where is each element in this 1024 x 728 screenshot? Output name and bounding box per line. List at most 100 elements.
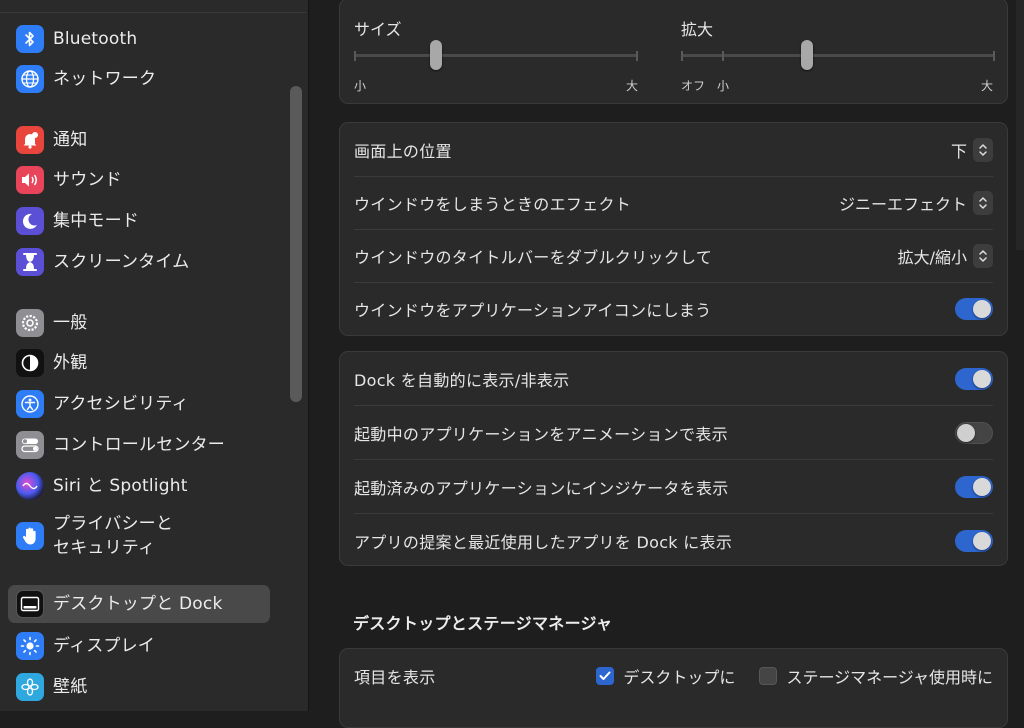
toggle-knob — [973, 299, 991, 318]
updown-chevron-icon — [973, 137, 993, 162]
position-on-screen-value: 下 — [950, 141, 967, 161]
minimize-effect-popup[interactable]: ジニーエフェクト — [838, 190, 993, 215]
sidebar-item-wallpaper[interactable]: 壁紙 — [8, 668, 270, 706]
sidebar-item-general[interactable]: 一般 — [8, 304, 270, 342]
sidebar-item-bluetooth[interactable]: Bluetooth — [8, 20, 270, 58]
size-slider-title: サイズ — [354, 20, 402, 39]
stage-manager-card: 項目を表示 デスクトップに ステージマネージャ使用時に — [339, 648, 1008, 728]
size-slider[interactable] — [354, 39, 638, 75]
sidebar-item-label: スクリーンタイム — [53, 252, 190, 272]
desktop-checkbox-label: デスクトップに — [623, 667, 736, 687]
sidebar-item-siri-spotlight[interactable]: Siri と Spotlight — [8, 467, 270, 505]
size-min-label: 小 — [354, 79, 367, 93]
sidebar-item-label: ディスプレイ — [53, 636, 156, 656]
sidebar-item-desktop-dock[interactable]: デスクトップと Dock — [8, 585, 270, 623]
sidebar-divider — [0, 12, 306, 13]
magnification-max-label: 大 — [981, 79, 994, 93]
bell-icon — [16, 126, 44, 154]
magnification-slider[interactable] — [681, 39, 995, 75]
sidebar-item-notifications[interactable]: 通知 — [8, 121, 270, 159]
magnification-slider-tick — [722, 51, 724, 61]
magnification-slider-thumb[interactable] — [800, 40, 813, 70]
desktop-checkbox-option[interactable]: デスクトップに — [596, 664, 735, 688]
show-indicators-row: 起動済みのアプリケーションにインジケータを表示 — [354, 460, 993, 514]
show-items-row: 項目を表示 デスクトップに ステージマネージャ使用時に — [354, 649, 993, 702]
sidebar-item-label: プライバシーと — [53, 514, 174, 534]
dock-behaviour-card: Dock を自動的に表示/非表示 起動中のアプリケーションをアニメーションで表示… — [339, 351, 1008, 566]
size-slider-thumb[interactable] — [430, 40, 443, 70]
updown-chevron-icon — [973, 243, 993, 268]
show-indicators-label: 起動済みのアプリケーションにインジケータを表示 — [354, 478, 729, 498]
siri-icon — [16, 472, 44, 500]
hand-icon — [16, 522, 44, 550]
position-on-screen-row: 画面上の位置 下 — [354, 123, 993, 177]
control-center-icon — [16, 431, 44, 459]
sidebar-item-label: 一般 — [53, 313, 88, 333]
dock-icon — [16, 590, 44, 618]
show-suggested-apps-label: アプリの提案と最近使用したアプリを Dock に表示 — [354, 532, 733, 552]
window-settings-card: 画面上の位置 下 ウインドウをしまうときのエフェクト ジニーエフェクト ウインド… — [339, 122, 1008, 336]
magnification-off-label: オフ — [681, 79, 706, 93]
sidebar-item-label: コントロールセンター — [53, 435, 225, 455]
size-slider-track — [354, 54, 638, 57]
position-on-screen-popup[interactable]: 下 — [950, 137, 993, 162]
sidebar-item-displays[interactable]: ディスプレイ — [8, 627, 270, 665]
sidebar-scrollbar[interactable] — [290, 86, 302, 402]
titlebar-double-click-label: ウインドウのタイトルバーをダブルクリックして — [354, 247, 713, 267]
titlebar-double-click-popup[interactable]: 拡大/縮小 — [897, 243, 993, 268]
autohide-dock-toggle[interactable] — [955, 367, 993, 390]
sidebar-item-label: Siri と Spotlight — [53, 476, 188, 496]
sidebar-item-appearance[interactable]: 外観 — [8, 344, 270, 382]
sidebar: Bluetooth ネットワーク 通知 サウンド 集中モード スクリーンタイム — [0, 0, 309, 711]
checkmark-icon — [599, 671, 611, 680]
updown-chevron-icon — [973, 190, 993, 215]
sidebar-item-label: Bluetooth — [53, 29, 138, 49]
show-indicators-toggle[interactable] — [955, 475, 993, 498]
sidebar-item-label: 集中モード — [53, 211, 139, 231]
bluetooth-icon — [16, 25, 44, 53]
position-on-screen-label: 画面上の位置 — [354, 141, 452, 161]
wallpaper-icon — [16, 673, 44, 701]
sidebar-item-privacy-security[interactable]: プライバシーと セキュリティ — [8, 508, 270, 564]
sidebar-item-screen-time[interactable]: スクリーンタイム — [8, 243, 270, 281]
show-suggested-apps-toggle[interactable] — [955, 529, 993, 552]
animate-opening-apps-toggle[interactable] — [955, 421, 993, 444]
toggle-knob — [973, 369, 991, 388]
globe-icon — [16, 65, 44, 93]
dock-size-card: サイズ 小 大 拡大 オフ 小 大 — [339, 0, 1008, 104]
sidebar-item-label-line2: セキュリティ — [53, 538, 156, 558]
sidebar-item-network[interactable]: ネットワーク — [8, 60, 270, 98]
sidebar-item-label-group: プライバシーと セキュリティ — [53, 512, 173, 560]
animate-opening-apps-row: 起動中のアプリケーションをアニメーションで表示 — [354, 406, 993, 460]
magnification-slider-tick — [681, 51, 683, 61]
stage-manager-section-title: デスクトップとステージマネージャ — [353, 614, 613, 633]
toggle-knob — [957, 423, 975, 442]
sidebar-item-label: デスクトップと Dock — [53, 594, 223, 614]
sidebar-item-control-center[interactable]: コントロールセンター — [8, 426, 270, 464]
gear-icon — [16, 309, 44, 337]
toggle-knob — [973, 531, 991, 550]
minimize-effect-value: ジニーエフェクト — [838, 194, 967, 214]
show-items-label: 項目を表示 — [354, 667, 436, 687]
sidebar-item-label: サウンド — [53, 170, 122, 190]
titlebar-double-click-value: 拡大/縮小 — [897, 247, 967, 267]
minimize-into-app-icon-toggle[interactable] — [955, 297, 993, 320]
stage-manager-checkbox-option[interactable]: ステージマネージャ使用時に — [759, 664, 993, 688]
magnification-slider-track — [681, 54, 995, 57]
size-max-label: 大 — [626, 79, 639, 93]
size-slider-tick — [636, 51, 638, 61]
show-suggested-apps-row: アプリの提案と最近使用したアプリを Dock に表示 — [354, 514, 993, 567]
sidebar-item-accessibility[interactable]: アクセシビリティ — [8, 385, 270, 423]
sun-icon — [16, 632, 44, 660]
moon-icon — [16, 207, 44, 235]
sidebar-item-label: 壁紙 — [53, 677, 88, 697]
magnification-slider-title: 拡大 — [681, 20, 714, 39]
stage-manager-checkbox[interactable] — [759, 666, 778, 685]
accessibility-icon — [16, 390, 44, 418]
desktop-checkbox[interactable] — [596, 666, 615, 685]
toggle-knob — [973, 477, 991, 496]
sidebar-item-sound[interactable]: サウンド — [8, 161, 270, 199]
main-scrollbar-track[interactable] — [1016, 0, 1024, 250]
animate-opening-apps-label: 起動中のアプリケーションをアニメーションで表示 — [354, 424, 728, 444]
sidebar-item-focus[interactable]: 集中モード — [8, 202, 270, 240]
